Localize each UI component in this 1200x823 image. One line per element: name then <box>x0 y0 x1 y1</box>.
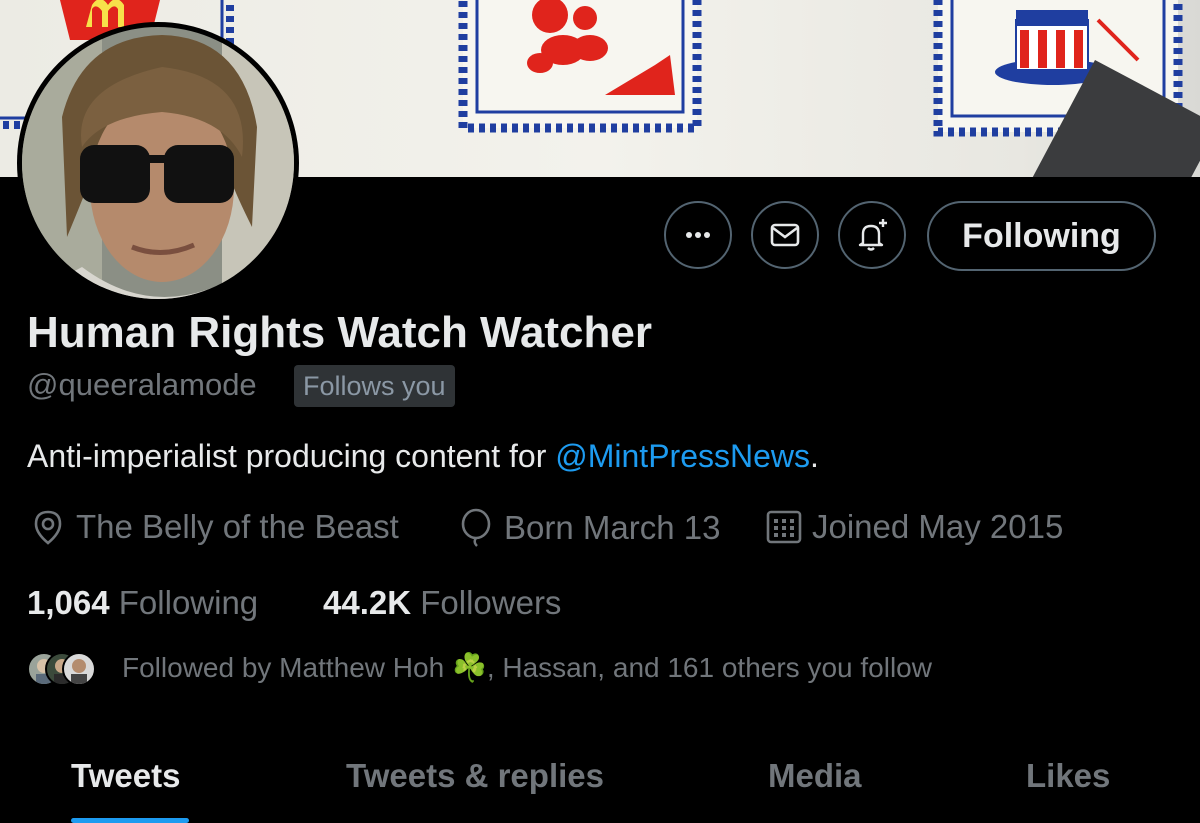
followers-count-link[interactable]: 44.2K Followers <box>323 584 561 622</box>
following-button[interactable]: Following <box>927 201 1156 271</box>
banner-stamp-center <box>458 0 702 133</box>
bio: Anti-imperialist producing content for @… <box>27 438 819 475</box>
bio-end: . <box>810 438 819 474</box>
following-count: 1,064 <box>27 584 110 621</box>
mail-icon <box>770 223 800 247</box>
shamrock-emoji: ☘️ <box>451 652 487 683</box>
tab-media[interactable]: Media <box>768 757 862 795</box>
tab-tweets[interactable]: Tweets <box>71 757 180 795</box>
bio-text: Anti-imperialist producing content for <box>27 438 556 474</box>
followers-label: Followers <box>420 584 562 621</box>
following-label: Following <box>118 584 259 621</box>
follows-you-badge: Follows you <box>294 365 455 407</box>
bio-mention-link[interactable]: @MintPressNews <box>555 438 810 474</box>
followers-count: 44.2K <box>323 584 412 621</box>
bell-plus-icon <box>858 219 887 251</box>
handle: @queeralamode <box>27 367 257 402</box>
more-button[interactable] <box>664 201 732 269</box>
active-tab-indicator <box>71 818 189 823</box>
calendar-icon <box>766 510 802 544</box>
location-text: The Belly of the Beast <box>76 508 399 545</box>
followed-by-prefix: Followed by Matthew Hoh <box>122 652 452 683</box>
avatar[interactable] <box>22 27 294 299</box>
followed-by-suffix: , Hassan, and 161 others you follow <box>486 652 932 683</box>
join-date: Joined May 2015 <box>765 508 1063 546</box>
location-pin-icon <box>34 510 62 545</box>
location: The Belly of the Beast <box>29 508 399 546</box>
following-count-link[interactable]: 1,064 Following <box>27 584 258 622</box>
followed-by-text[interactable]: Followed by Matthew Hoh ☘️, Hassan, and … <box>122 651 932 684</box>
join-date-text: Joined May 2015 <box>812 508 1064 545</box>
notifications-button[interactable] <box>838 201 906 269</box>
avatar-frame[interactable] <box>17 22 299 304</box>
message-button[interactable] <box>751 201 819 269</box>
balloon-icon <box>461 508 491 547</box>
birthday-text: Born March 13 <box>504 509 721 546</box>
follower-avatar-3[interactable] <box>62 652 96 686</box>
avatar-photo <box>22 27 294 299</box>
display-name: Human Rights Watch Watcher <box>27 308 653 357</box>
more-icon <box>686 232 710 238</box>
tab-likes[interactable]: Likes <box>1026 757 1110 795</box>
birthday: Born March 13 <box>457 508 720 548</box>
tab-tweets-replies[interactable]: Tweets & replies <box>346 757 604 795</box>
